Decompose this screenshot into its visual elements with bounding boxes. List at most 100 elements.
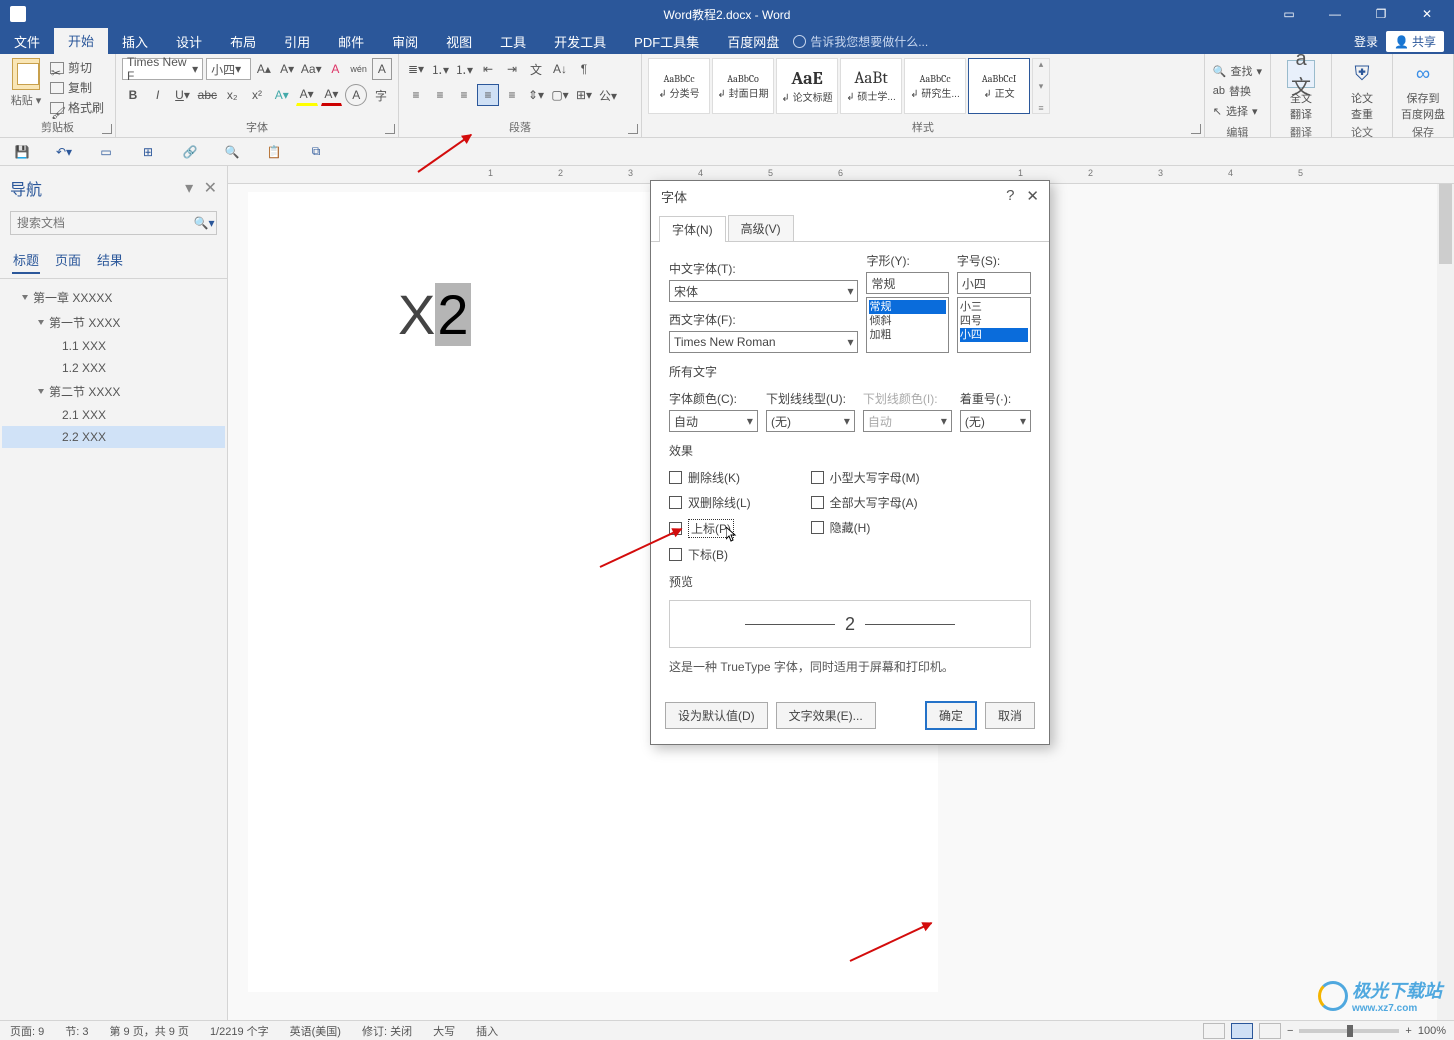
- status-caps[interactable]: 大写: [423, 1023, 466, 1039]
- replace-button[interactable]: ab替换: [1213, 82, 1262, 100]
- view-print-layout[interactable]: [1231, 1023, 1253, 1039]
- numbering-button[interactable]: ⒈▾: [429, 58, 451, 80]
- snap-button[interactable]: 公▾: [597, 84, 619, 106]
- styles-launcher-icon[interactable]: [1191, 124, 1201, 134]
- hidden-checkbox[interactable]: 隐藏(H): [811, 519, 920, 536]
- nav-tree-item[interactable]: 第一节 XXXX: [2, 310, 225, 335]
- status-language[interactable]: 英语(美国): [280, 1023, 352, 1039]
- status-track[interactable]: 修订: 关闭: [352, 1023, 423, 1039]
- multilevel-button[interactable]: ⒈▾: [453, 58, 475, 80]
- style-item[interactable]: AaBbCo↲ 封面日期: [712, 58, 774, 114]
- enclose-button[interactable]: A: [372, 58, 392, 80]
- nav-close-icon[interactable]: ✕: [204, 180, 217, 197]
- style-item[interactable]: AaBbCc↲ 分类号: [648, 58, 710, 114]
- nav-search[interactable]: 🔍▾: [10, 211, 217, 235]
- restore-icon[interactable]: ❐: [1360, 2, 1402, 26]
- dialog-titlebar[interactable]: 字体 ? ✕: [651, 181, 1049, 211]
- tell-me-search[interactable]: 告诉我您想要做什么...: [793, 28, 928, 54]
- cancel-button[interactable]: 取消: [985, 702, 1035, 729]
- style-item[interactable]: AaBt↲ 硕士学...: [840, 58, 902, 114]
- search-icon[interactable]: 🔍▾: [192, 216, 216, 230]
- select-button[interactable]: ↖选择 ▾: [1213, 102, 1262, 120]
- nav-tree-item[interactable]: 2.1 XXX: [2, 404, 225, 426]
- paragraph-launcher-icon[interactable]: [628, 124, 638, 134]
- change-case-button[interactable]: Aa▾: [300, 58, 322, 80]
- translate-button[interactable]: a文 全文翻译: [1277, 58, 1325, 124]
- link-icon[interactable]: 🔗: [178, 140, 202, 164]
- font-size-list[interactable]: 小三 四号 小四: [957, 297, 1031, 353]
- nav-tab-headings[interactable]: 标题: [12, 247, 40, 274]
- phonetic-button[interactable]: wén: [349, 58, 369, 80]
- format-painter-button[interactable]: 🖌格式刷: [50, 98, 104, 118]
- strike-checkbox[interactable]: 删除线(K): [669, 469, 751, 486]
- minimize-icon[interactable]: —: [1314, 2, 1356, 26]
- copy-button[interactable]: 复制: [50, 78, 104, 98]
- nav-tree-item[interactable]: 第一章 XXXXX: [2, 285, 225, 310]
- en-font-select[interactable]: Times New Roman▾: [669, 331, 858, 353]
- line-spacing-button[interactable]: ⇕▾: [525, 84, 547, 106]
- align-right-button[interactable]: ≡: [453, 84, 475, 106]
- menu-design[interactable]: 设计: [162, 28, 216, 54]
- ribbon-display-icon[interactable]: ▭: [1268, 2, 1310, 26]
- menu-home[interactable]: 开始: [54, 28, 108, 54]
- nav-search-input[interactable]: [11, 216, 192, 230]
- nav-tree-item[interactable]: 1.1 XXX: [2, 335, 225, 357]
- double-strike-checkbox[interactable]: 双删除线(L): [669, 494, 751, 511]
- menu-mailings[interactable]: 邮件: [324, 28, 378, 54]
- font-color-button[interactable]: A▾: [321, 84, 343, 106]
- bold-button[interactable]: B: [122, 84, 144, 106]
- allcaps-checkbox[interactable]: 全部大写字母(A): [811, 494, 920, 511]
- clear-format-button[interactable]: A: [325, 58, 345, 80]
- align-left-button[interactable]: ≡: [405, 84, 427, 106]
- emphasis-select[interactable]: (无)▾: [960, 410, 1031, 432]
- share-button[interactable]: 👤共享: [1386, 31, 1444, 52]
- clipboard-launcher-icon[interactable]: [102, 124, 112, 134]
- font-launcher-icon[interactable]: [385, 124, 395, 134]
- nav-tab-results[interactable]: 结果: [96, 247, 124, 274]
- font-style-input[interactable]: 常规: [866, 272, 948, 294]
- italic-button[interactable]: I: [147, 84, 169, 106]
- vertical-scrollbar[interactable]: [1437, 184, 1454, 1020]
- paste-small-icon[interactable]: 📋: [262, 140, 286, 164]
- bullets-button[interactable]: ≣▾: [405, 58, 427, 80]
- subscript-button[interactable]: x₂: [221, 84, 243, 106]
- menu-developer[interactable]: 开发工具: [540, 28, 620, 54]
- status-page-count[interactable]: 第 9 页，共 9 页: [99, 1023, 199, 1039]
- zoom-level[interactable]: 100%: [1418, 1025, 1446, 1037]
- table-icon[interactable]: ⊞: [136, 140, 160, 164]
- superscript-button[interactable]: x²: [246, 84, 268, 106]
- view-web-layout[interactable]: [1259, 1023, 1281, 1039]
- distributed-button[interactable]: ≡: [501, 84, 523, 106]
- menu-pdf[interactable]: PDF工具集: [620, 28, 713, 54]
- show-marks-button[interactable]: ¶: [573, 58, 595, 80]
- zoom-icon[interactable]: 🔍: [220, 140, 244, 164]
- zoom-out-button[interactable]: −: [1287, 1025, 1293, 1037]
- highlight-button[interactable]: A▾: [296, 84, 318, 106]
- cut-button[interactable]: ✂剪切: [50, 58, 104, 78]
- status-page[interactable]: 页面: 9: [0, 1023, 55, 1039]
- sort-button[interactable]: A↓: [549, 58, 571, 80]
- menu-review[interactable]: 审阅: [378, 28, 432, 54]
- smallcaps-checkbox[interactable]: 小型大写字母(M): [811, 469, 920, 486]
- menu-layout[interactable]: 布局: [216, 28, 270, 54]
- close-icon[interactable]: ✕: [1406, 2, 1448, 26]
- undo-icon[interactable]: ↶▾: [52, 140, 76, 164]
- dialog-tab-advanced[interactable]: 高级(V): [728, 215, 794, 241]
- align-center-button[interactable]: ≡: [429, 84, 451, 106]
- status-word-count[interactable]: 1/2219 个字: [200, 1023, 280, 1039]
- underline-select[interactable]: (无)▾: [766, 410, 855, 432]
- align-justify-button[interactable]: ≡: [477, 84, 499, 106]
- dialog-tab-font[interactable]: 字体(N): [659, 216, 726, 242]
- decrease-indent-button[interactable]: ⇤: [477, 58, 499, 80]
- paste-button[interactable]: 粘贴 ▾: [6, 58, 46, 108]
- font-size-input[interactable]: 小四: [957, 272, 1031, 294]
- status-insert[interactable]: 插入: [466, 1023, 509, 1039]
- set-default-button[interactable]: 设为默认值(D): [665, 702, 768, 729]
- scrollbar-thumb[interactable]: [1439, 184, 1452, 264]
- save-icon[interactable]: 💾: [10, 140, 34, 164]
- menu-references[interactable]: 引用: [270, 28, 324, 54]
- menu-view[interactable]: 视图: [432, 28, 486, 54]
- menu-tools[interactable]: 工具: [486, 28, 540, 54]
- style-item[interactable]: AaBbCc↲ 研究生...: [904, 58, 966, 114]
- text-effects-button[interactable]: 文字效果(E)...: [776, 702, 876, 729]
